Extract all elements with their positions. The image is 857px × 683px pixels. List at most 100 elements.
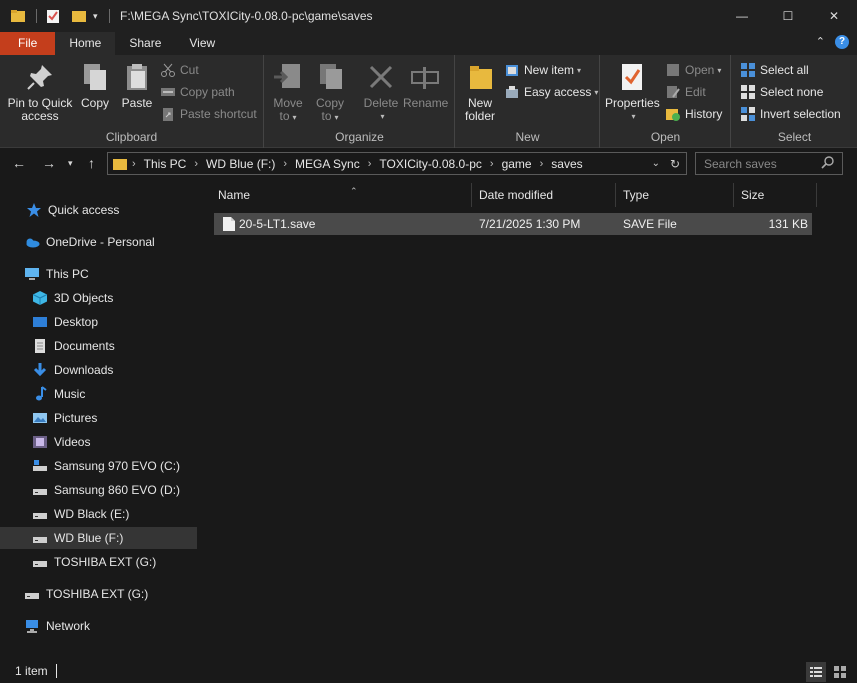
nav-music[interactable]: Music bbox=[0, 383, 197, 405]
nav-documents[interactable]: Documents bbox=[0, 335, 197, 357]
chevron-right-icon[interactable]: › bbox=[486, 158, 498, 170]
cube-icon bbox=[32, 290, 48, 306]
tab-view[interactable]: View bbox=[175, 32, 229, 55]
nav-downloads[interactable]: Downloads bbox=[0, 359, 197, 381]
chevron-right-icon[interactable]: › bbox=[364, 158, 376, 170]
nav-network[interactable]: Network bbox=[0, 615, 197, 637]
copy-icon bbox=[79, 61, 111, 93]
address-bar[interactable]: › This PC › WD Blue (F:) › MEGA Sync › T… bbox=[107, 152, 687, 175]
new-folder-quick-icon[interactable] bbox=[71, 8, 87, 24]
rename-button[interactable]: Rename bbox=[403, 61, 448, 110]
help-icon[interactable]: ? bbox=[835, 35, 849, 49]
breadcrumb-wd-blue[interactable]: WD Blue (F:) bbox=[202, 157, 279, 171]
window-title: F:\MEGA Sync\TOXICity-0.08.0-pc\game\sav… bbox=[120, 9, 373, 23]
column-header-type[interactable]: Type bbox=[618, 183, 734, 207]
nav-this-pc[interactable]: This PC bbox=[0, 263, 197, 285]
breadcrumb-saves[interactable]: saves bbox=[547, 157, 586, 171]
customize-quick-access-icon[interactable]: ▾ bbox=[93, 8, 103, 24]
chevron-right-icon[interactable]: › bbox=[128, 158, 140, 170]
chevron-right-icon[interactable]: › bbox=[279, 158, 291, 170]
pictures-icon bbox=[32, 410, 48, 426]
open-button[interactable]: Open ▾ bbox=[665, 60, 721, 80]
collapse-ribbon-icon[interactable]: ⌃ bbox=[816, 35, 825, 49]
nav-desktop[interactable]: Desktop bbox=[0, 311, 197, 333]
nav-drive-c[interactable]: Samsung 970 EVO (C:) bbox=[0, 455, 197, 477]
nav-label: Videos bbox=[54, 435, 91, 449]
select-all-button[interactable]: Select all bbox=[740, 60, 809, 80]
chevron-right-icon[interactable]: › bbox=[536, 158, 548, 170]
drive-icon bbox=[32, 482, 48, 498]
tab-home[interactable]: Home bbox=[55, 32, 116, 55]
column-header-name[interactable]: Name ⌃ bbox=[213, 183, 472, 207]
address-dropdown-icon[interactable]: ⌄ bbox=[652, 158, 660, 169]
large-icons-view-icon[interactable] bbox=[830, 662, 850, 682]
up-arrow-icon[interactable]: ↑ bbox=[88, 155, 95, 171]
details-view-icon[interactable] bbox=[806, 662, 826, 682]
history-button[interactable]: History bbox=[665, 104, 722, 124]
nav-drive-g-root[interactable]: TOSHIBA EXT (G:) bbox=[0, 583, 197, 605]
tab-share[interactable]: Share bbox=[115, 32, 175, 55]
delete-button[interactable]: Delete ▾ bbox=[361, 61, 401, 123]
invert-selection-button[interactable]: Invert selection bbox=[740, 104, 841, 124]
nav-drive-g[interactable]: TOSHIBA EXT (G:) bbox=[0, 551, 197, 573]
nav-drive-d[interactable]: Samsung 860 EVO (D:) bbox=[0, 479, 197, 501]
nav-label: Music bbox=[54, 387, 86, 401]
document-icon bbox=[32, 338, 48, 354]
pin-label-line2: access bbox=[21, 109, 59, 123]
refresh-icon[interactable]: ↻ bbox=[670, 157, 680, 171]
file-name: 20-5-LT1.save bbox=[239, 217, 316, 231]
nav-drive-f[interactable]: WD Blue (F:) bbox=[0, 527, 197, 549]
breadcrumb-toxicity[interactable]: TOXICity-0.08.0-pc bbox=[375, 157, 485, 171]
nav-drive-e[interactable]: WD Black (E:) bbox=[0, 503, 197, 525]
drive-icon bbox=[24, 586, 40, 602]
easy-access-button[interactable]: Easy access ▾ bbox=[504, 82, 598, 102]
new-item-button[interactable]: New item ▾ bbox=[504, 60, 581, 80]
breadcrumb-this-pc[interactable]: This PC bbox=[140, 157, 191, 171]
history-icon bbox=[665, 106, 681, 122]
tab-file[interactable]: File bbox=[0, 32, 56, 55]
pin-to-quick-access-button[interactable]: Pin to Quick access bbox=[6, 61, 74, 123]
nav-quick-access[interactable]: Quick access bbox=[0, 199, 197, 221]
copy-path-button[interactable]: Copy path bbox=[160, 82, 235, 102]
breadcrumb-game[interactable]: game bbox=[498, 157, 536, 171]
nav-label: TOSHIBA EXT (G:) bbox=[54, 555, 157, 569]
ribbon: Pin to Quick access Copy Paste Cut Copy … bbox=[0, 55, 857, 148]
column-size-label: Size bbox=[741, 188, 765, 202]
chevron-right-icon[interactable]: › bbox=[190, 158, 202, 170]
organize-group-label: Organize bbox=[335, 130, 384, 144]
properties-button[interactable]: Properties ▾ bbox=[605, 61, 660, 123]
copy-button[interactable]: Copy bbox=[78, 61, 112, 110]
copy-path-label: Copy path bbox=[180, 85, 235, 99]
back-arrow-icon[interactable]: ← bbox=[12, 155, 26, 171]
nav-videos[interactable]: Videos bbox=[0, 431, 197, 453]
column-name-label: Name bbox=[218, 188, 251, 202]
paste-shortcut-button[interactable]: Paste shortcut bbox=[160, 104, 257, 124]
search-input[interactable]: Search saves bbox=[695, 152, 843, 175]
nav-pictures[interactable]: Pictures bbox=[0, 407, 197, 429]
forward-arrow-icon[interactable]: → bbox=[42, 155, 56, 171]
table-row[interactable]: 20-5-LT1.save 7/21/2025 1:30 PM SAVE Fil… bbox=[214, 213, 812, 235]
divider bbox=[55, 664, 57, 678]
file-date: 7/21/2025 1:30 PM bbox=[479, 217, 581, 231]
copy-to-button[interactable]: Copy to ▾ bbox=[313, 61, 347, 124]
move-to-button[interactable]: Move to ▾ bbox=[271, 61, 305, 124]
maximize-button[interactable]: ☐ bbox=[765, 0, 811, 32]
film-icon bbox=[32, 434, 48, 450]
properties-quick-icon[interactable] bbox=[45, 8, 61, 24]
select-none-button[interactable]: Select none bbox=[740, 82, 823, 102]
select-none-label: Select none bbox=[760, 85, 824, 99]
new-folder-button[interactable]: New folder bbox=[460, 61, 500, 123]
paste-button[interactable]: Paste bbox=[118, 61, 156, 110]
nav-label: Samsung 860 EVO (D:) bbox=[54, 483, 181, 497]
nav-3d-objects[interactable]: 3D Objects bbox=[0, 287, 197, 309]
column-header-size[interactable]: Size bbox=[736, 183, 817, 207]
recent-locations-chevron-icon[interactable]: ▾ bbox=[68, 158, 73, 169]
edit-button[interactable]: Edit bbox=[665, 82, 706, 102]
music-note-icon bbox=[32, 386, 48, 402]
breadcrumb-mega-sync[interactable]: MEGA Sync bbox=[291, 157, 364, 171]
close-button[interactable]: ✕ bbox=[811, 0, 857, 32]
nav-onedrive[interactable]: OneDrive - Personal bbox=[0, 231, 197, 253]
minimize-button[interactable]: — bbox=[719, 0, 765, 32]
column-header-date[interactable]: Date modified bbox=[474, 183, 616, 207]
cut-button[interactable]: Cut bbox=[160, 60, 199, 80]
